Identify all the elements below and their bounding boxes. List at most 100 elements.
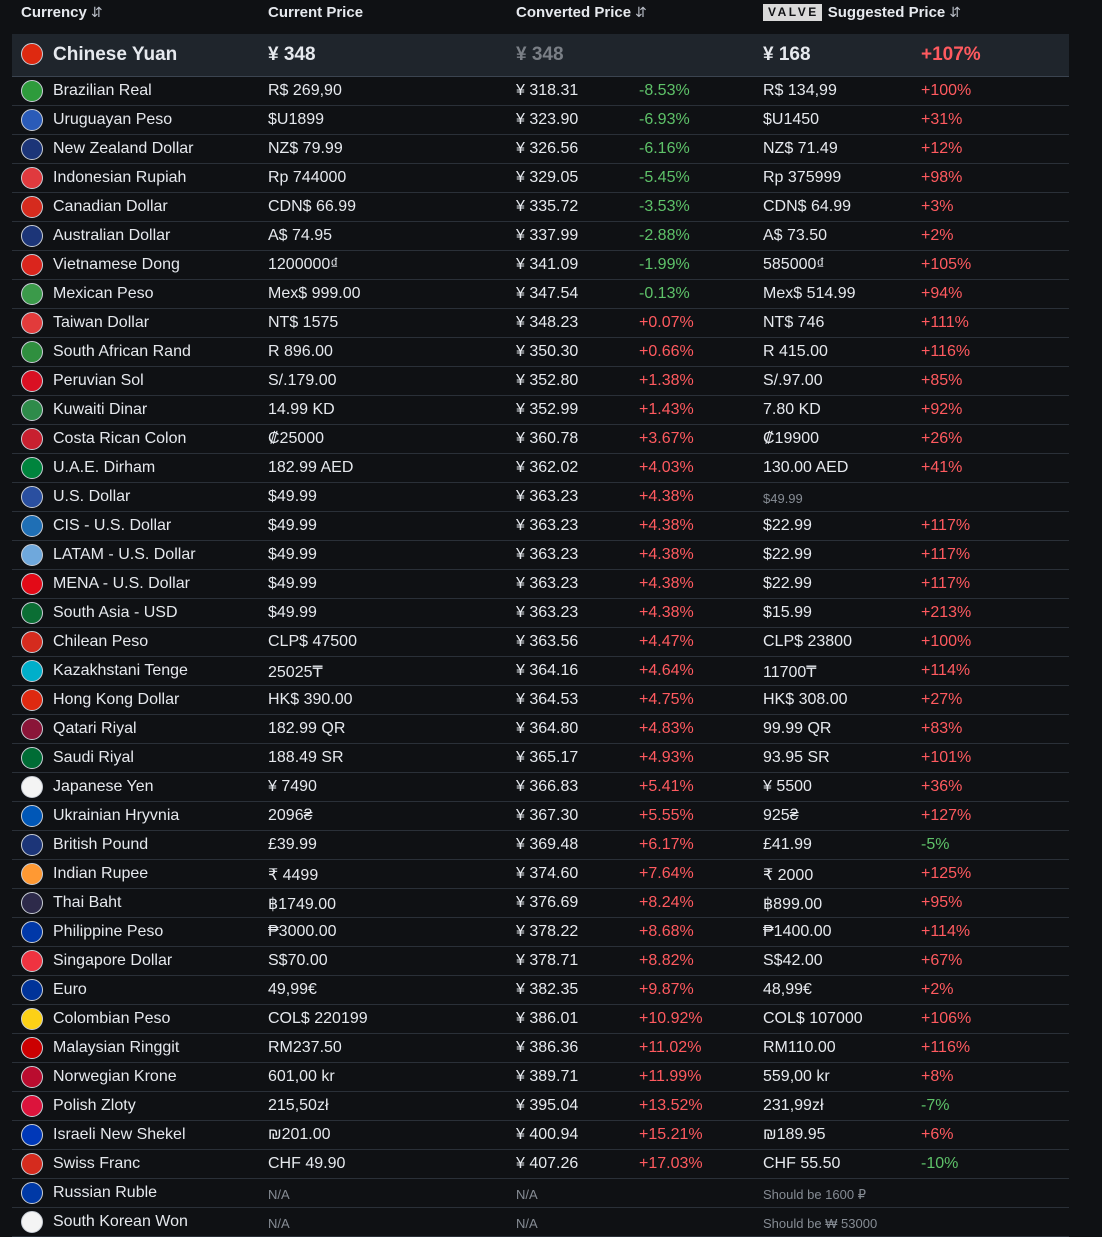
currency-name: Costa Rican Colon <box>53 430 187 447</box>
suggested-price-diff: +83% <box>921 720 963 737</box>
current-price: 49,99€ <box>268 981 317 998</box>
table-row: Taiwan Dollar NT$ 1575 ¥ 348.23 +0.07% NT$ 7… <box>12 309 1069 338</box>
flag-icon <box>21 515 43 537</box>
currency-name: Vietnamese Dong <box>53 256 180 273</box>
currency-name: Colombian Peso <box>53 1010 171 1027</box>
current-price: NT$ 1575 <box>268 314 339 331</box>
table-row: New Zealand Dollar NZ$ 79.99 ¥ 326.56 -6.16… <box>12 135 1069 164</box>
converted-price: ¥ 363.56 <box>516 633 579 650</box>
table-row: Norwegian Krone 601,00 kr ¥ 389.71 +11.99% 5… <box>12 1063 1069 1092</box>
suggested-price: Mex$ 514.99 <box>763 285 856 302</box>
current-price: 2096₴ <box>268 807 313 824</box>
converted-price-diff: +3.67% <box>639 430 694 447</box>
current-price: 188.49 SR <box>268 749 344 766</box>
converted-price: ¥ 363.23 <box>516 575 579 592</box>
converted-price-diff: +8.24% <box>639 894 694 911</box>
current-price: $49.99 <box>268 575 317 592</box>
current-price: $U1899 <box>268 111 325 128</box>
suggested-price-diff: +31% <box>921 111 963 128</box>
sort-icon[interactable]: ⇵ <box>635 4 647 20</box>
converted-price-diff: +4.47% <box>639 633 694 650</box>
converted-price-diff: +11.02% <box>639 1039 702 1056</box>
suggested-price-header-label: Suggested Price <box>827 4 946 21</box>
table-row: Vietnamese Dong 1200000₫ ¥ 341.09 -1.99% 585… <box>12 251 1069 280</box>
converted-price-diff: +17.03% <box>639 1155 703 1172</box>
converted-price-diff: -0.13% <box>639 285 690 302</box>
current-price-column-header: Current Price <box>268 4 363 21</box>
currency-name: Malaysian Ringgit <box>53 1039 180 1056</box>
table-row: South Korean Won N/A N/A Should be ₩ 53000 <box>12 1208 1069 1237</box>
currency-column-header[interactable]: Currency ⇵ <box>21 4 103 21</box>
table-row: Costa Rican Colon ₡25000 ¥ 360.78 +3.67% ₡19… <box>12 425 1069 454</box>
current-price: 182.99 AED <box>268 459 354 476</box>
currency-name: Euro <box>53 981 87 998</box>
converted-price: ¥ 374.60 <box>516 865 579 882</box>
suggested-price: CHF 55.50 <box>763 1155 841 1172</box>
currency-name: Israeli New Shekel <box>53 1126 186 1143</box>
suggested-price-diff: +67% <box>921 952 963 969</box>
flag-icon <box>21 283 43 305</box>
suggested-price-diff: +105% <box>921 256 972 273</box>
flag-icon <box>21 602 43 624</box>
flag-icon <box>21 544 43 566</box>
suggested-price: 11700₸ <box>763 664 817 681</box>
current-price: Rp 744000 <box>268 169 347 186</box>
flag-icon <box>21 109 43 131</box>
current-price: S$70.00 <box>268 952 328 969</box>
table-row: South African Rand R 896.00 ¥ 350.30 +0.66%… <box>12 338 1069 367</box>
suggested-price: A$ 73.50 <box>763 227 828 244</box>
converted-price: ¥ 386.01 <box>516 1010 579 1027</box>
current-price: ₱3000.00 <box>268 923 337 940</box>
suggested-price: NT$ 746 <box>763 314 825 331</box>
table-row: Ukrainian Hryvnia 2096₴ ¥ 367.30 +5.55% 925₴… <box>12 802 1069 831</box>
converted-price-diff: -6.16% <box>639 140 690 157</box>
converted-price-column-header[interactable]: Converted Price ⇵ <box>516 4 647 21</box>
table-row: Swiss Franc CHF 49.90 ¥ 407.26 +17.03% CHF 5… <box>12 1150 1069 1179</box>
current-price: $49.99 <box>268 604 317 621</box>
sort-icon[interactable]: ⇵ <box>949 4 961 20</box>
converted-price: ¥ 364.80 <box>516 720 579 737</box>
table-row: South Asia - USD $49.99 ¥ 363.23 +4.38% $15.… <box>12 599 1069 628</box>
currency-name: Mexican Peso <box>53 285 154 302</box>
currency-name: Norwegian Krone <box>53 1068 177 1085</box>
current-price: N/A <box>268 1187 290 1202</box>
suggested-price-column-header[interactable]: VALVE Suggested Price ⇵ <box>763 4 961 21</box>
converted-price: ¥ 323.90 <box>516 111 579 128</box>
table-row: Uruguayan Peso $U1899 ¥ 323.90 -6.93% $U1450… <box>12 106 1069 135</box>
currency-name: Kuwaiti Dinar <box>53 401 148 418</box>
flag-icon <box>21 689 43 711</box>
converted-price-diff: +4.38% <box>639 604 694 621</box>
table-row: Malaysian Ringgit RM237.50 ¥ 386.36 +11.02%… <box>12 1034 1069 1063</box>
suggested-price-diff: +92% <box>921 401 963 418</box>
current-price: £39.99 <box>268 836 317 853</box>
converted-price-diff: +9.87% <box>639 981 694 998</box>
suggested-price-diff: -7% <box>921 1097 950 1114</box>
suggested-price: $22.99 <box>763 546 812 563</box>
current-price: $49.99 <box>268 517 317 534</box>
currency-name: Ukrainian Hryvnia <box>53 807 180 824</box>
flag-icon <box>21 225 43 247</box>
suggested-price-diff: +117% <box>921 517 971 534</box>
converted-price: ¥ 350.30 <box>516 343 579 360</box>
converted-price-diff: +6.17% <box>639 836 694 853</box>
sort-icon[interactable]: ⇵ <box>91 4 103 20</box>
converted-price-diff: -8.53% <box>639 82 690 99</box>
converted-price-diff: +8.82% <box>639 952 694 969</box>
flag-icon <box>21 1182 43 1204</box>
suggested-price: ฿899.00 <box>763 896 823 913</box>
table-row: Indonesian Rupiah Rp 744000 ¥ 329.05 -5.45%… <box>12 164 1069 193</box>
flag-icon <box>21 196 43 218</box>
currency-name: Taiwan Dollar <box>53 314 150 331</box>
currency-name: Indonesian Rupiah <box>53 169 187 186</box>
suggested-price-diff: +26% <box>921 430 963 447</box>
suggested-price: $22.99 <box>763 575 812 592</box>
suggested-price-diff: +41% <box>921 459 963 476</box>
suggested-price-diff: +36% <box>921 778 963 795</box>
flag-icon <box>21 312 43 334</box>
converted-price-diff: -6.93% <box>639 111 690 128</box>
table-row: Japanese Yen ¥ 7490 ¥ 366.83 +5.41% ¥ 5500 +3… <box>12 773 1069 802</box>
flag-icon <box>21 1153 43 1175</box>
table-row: British Pound £39.99 ¥ 369.48 +6.17% £41.99 -… <box>12 831 1069 860</box>
converted-price: N/A <box>516 1187 538 1202</box>
converted-price: ¥ 363.23 <box>516 546 579 563</box>
